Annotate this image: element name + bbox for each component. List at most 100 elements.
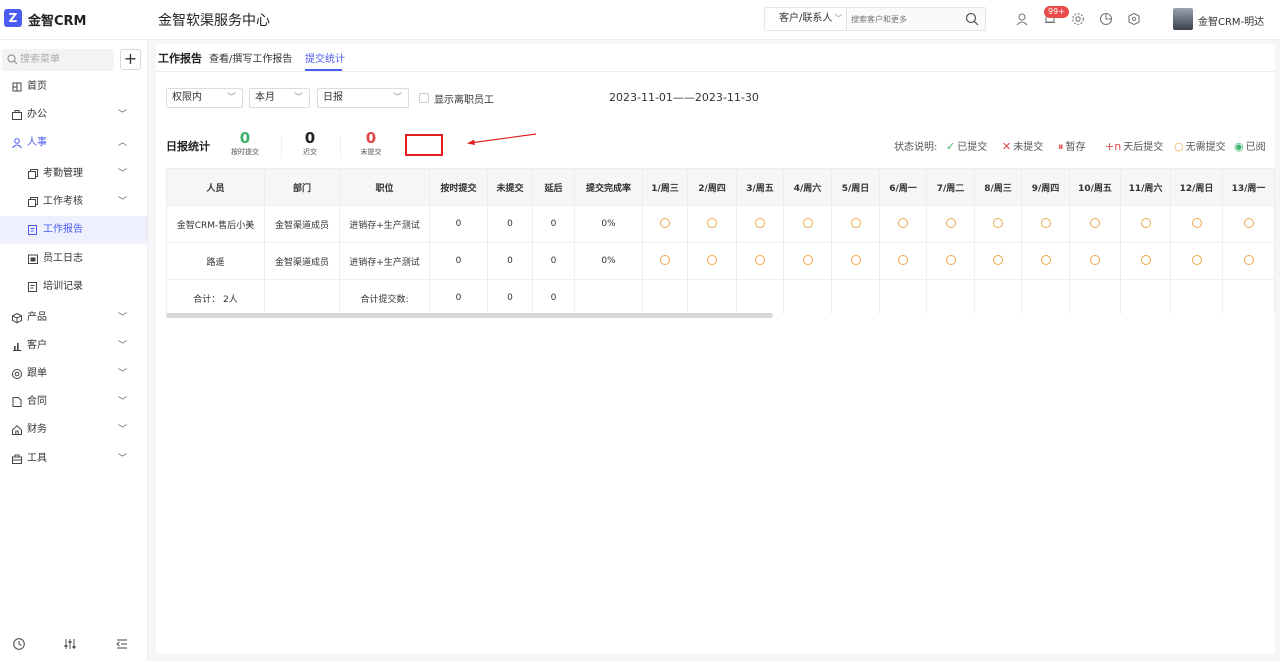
sidebar-item-product[interactable]: 产品 ﹀ xyxy=(0,304,147,332)
column-header: 延后 xyxy=(532,168,575,206)
day-status-cell[interactable] xyxy=(1069,205,1121,243)
sidebar-sub-training[interactable]: 培训记录 xyxy=(0,273,147,301)
stat-late-count: 0 xyxy=(304,129,316,147)
day-status-cell[interactable] xyxy=(1120,205,1171,243)
day-status-cell[interactable] xyxy=(926,242,975,280)
circle-icon xyxy=(993,254,1003,265)
horizontal-scrollbar[interactable] xyxy=(166,313,773,318)
sidebar-sub-work-report[interactable]: 工作报告 xyxy=(0,216,147,244)
edit-document-icon xyxy=(28,225,37,235)
day-status-cell[interactable] xyxy=(831,205,880,243)
add-button[interactable]: + xyxy=(120,49,141,70)
day-status-cell[interactable] xyxy=(736,242,784,280)
history-icon[interactable] xyxy=(12,637,26,651)
empty-cell xyxy=(1069,279,1121,314)
sliders-icon[interactable] xyxy=(63,637,77,651)
show-resigned-checkbox[interactable] xyxy=(419,93,429,103)
report-type-value: 日报 xyxy=(323,92,343,103)
show-resigned-label[interactable]: 显示离职员工 xyxy=(434,91,494,106)
empty-cell xyxy=(687,279,737,314)
table-total-row: 合计： 2人 合计提交数: 0 0 0 xyxy=(166,279,1275,314)
day-status-cell[interactable] xyxy=(926,205,975,243)
chevron-down-icon: ﹀ xyxy=(117,313,127,323)
stat-not-submitted: 0 未提交 xyxy=(341,130,401,157)
collapse-menu-icon[interactable] xyxy=(115,637,129,651)
sidebar-sub-employee-log[interactable]: 员工日志 xyxy=(0,245,147,273)
day-status-cell[interactable] xyxy=(1170,242,1223,280)
circle-icon xyxy=(755,217,765,228)
day-status-cell[interactable] xyxy=(736,205,784,243)
day-status-cell[interactable] xyxy=(974,242,1022,280)
gear-icon[interactable] xyxy=(1071,12,1085,26)
column-header: 11/周六 xyxy=(1120,168,1171,206)
sidebar-sub-attendance[interactable]: 考勤管理 ﹀ xyxy=(0,160,147,188)
column-header: 人员 xyxy=(166,168,265,206)
stats-table-container[interactable]: 人员 部门 职位 按时提交 未提交 延后 提交完成率 1/周三 2/周四 3/周… xyxy=(166,168,1275,314)
tab-view-write-report[interactable]: 查看/撰写工作报告 xyxy=(209,50,292,65)
sidebar-item-contract[interactable]: 合同 ﹀ xyxy=(0,388,147,416)
position-cell: 进销存+生产测试 xyxy=(339,242,430,280)
brand-name[interactable]: 金智CRM xyxy=(28,10,87,29)
circle-icon xyxy=(1191,254,1202,265)
daily-stats-title: 日报统计 xyxy=(166,140,210,153)
day-status-cell[interactable] xyxy=(783,205,832,243)
menu-search-input[interactable]: 搜索菜单 xyxy=(2,49,114,71)
tab-submission-stats[interactable]: 提交统计 xyxy=(305,50,345,65)
day-status-cell[interactable] xyxy=(1021,205,1070,243)
day-status-cell[interactable] xyxy=(1021,242,1070,280)
empty-cell xyxy=(926,279,975,314)
day-status-cell[interactable] xyxy=(879,242,927,280)
circle-icon xyxy=(1140,254,1151,265)
sidebar-sub-label: 工作报告 xyxy=(43,224,83,235)
day-status-cell[interactable] xyxy=(687,205,737,243)
day-status-cell[interactable] xyxy=(642,242,688,280)
rate-cell: 0% xyxy=(574,205,643,243)
column-header: 职位 xyxy=(339,168,430,206)
day-status-cell[interactable] xyxy=(974,205,1022,243)
search-input[interactable] xyxy=(851,8,961,30)
sidebar-item-label: 人事 xyxy=(27,137,47,148)
search-icon[interactable] xyxy=(965,12,979,26)
sidebar-item-home[interactable]: 首页 xyxy=(0,73,147,101)
sidebar-item-tools[interactable]: 工具 ﹀ xyxy=(0,445,147,473)
scope-select[interactable]: 权限内 ﹀ xyxy=(166,88,243,108)
sidebar-item-finance[interactable]: 财务 ﹀ xyxy=(0,416,147,444)
search-type-select[interactable]: 客户/联系人 ﹀ xyxy=(765,8,847,30)
pie-chart-icon[interactable] xyxy=(1099,12,1113,26)
day-status-cell[interactable] xyxy=(687,242,737,280)
legend-days-late: +n 天后提交 xyxy=(1105,138,1163,153)
menu-search-placeholder: 搜索菜单 xyxy=(20,54,60,65)
day-status-cell[interactable] xyxy=(879,205,927,243)
close-icon: ✕ xyxy=(1002,140,1012,153)
document-icon xyxy=(12,397,22,407)
ontime-cell: 0 xyxy=(429,205,488,243)
cube-icon[interactable] xyxy=(1127,12,1141,26)
user-name[interactable]: 金智CRM-明达 xyxy=(1198,13,1264,28)
day-status-cell[interactable] xyxy=(1069,242,1121,280)
day-status-cell[interactable] xyxy=(783,242,832,280)
day-status-cell[interactable] xyxy=(642,205,688,243)
day-status-cell[interactable] xyxy=(1222,242,1275,280)
day-status-cell[interactable] xyxy=(1222,205,1275,243)
brand-logo-icon[interactable]: Z xyxy=(4,9,22,27)
sidebar-sub-label: 考勤管理 xyxy=(43,168,83,179)
day-status-cell[interactable] xyxy=(1170,205,1223,243)
empty-cell xyxy=(1170,279,1223,314)
sidebar-sub-assessment[interactable]: 工作考核 ﹀ xyxy=(0,188,147,216)
sidebar-item-office[interactable]: 办公 ﹀ xyxy=(0,101,147,129)
briefcase-icon xyxy=(12,110,22,120)
pause-icon: ⏸ xyxy=(1058,140,1064,153)
day-status-cell[interactable] xyxy=(831,242,880,280)
circle-icon xyxy=(945,217,956,228)
chevron-down-icon: ﹀ xyxy=(117,110,127,120)
chevron-down-icon: ﹀ xyxy=(226,93,236,103)
contacts-icon[interactable] xyxy=(1015,12,1029,26)
day-status-cell[interactable] xyxy=(1120,242,1171,280)
total-missing-cell: 0 xyxy=(487,279,533,314)
period-select[interactable]: 本月 ﹀ xyxy=(249,88,310,108)
sidebar-item-customer[interactable]: 客户 ﹀ xyxy=(0,332,147,360)
avatar[interactable] xyxy=(1173,8,1193,30)
report-type-select[interactable]: 日报 ﹀ xyxy=(317,88,409,108)
sidebar-item-hr[interactable]: 人事 ︿ xyxy=(0,129,147,157)
sidebar-item-follow[interactable]: 跟单 ﹀ xyxy=(0,360,147,388)
